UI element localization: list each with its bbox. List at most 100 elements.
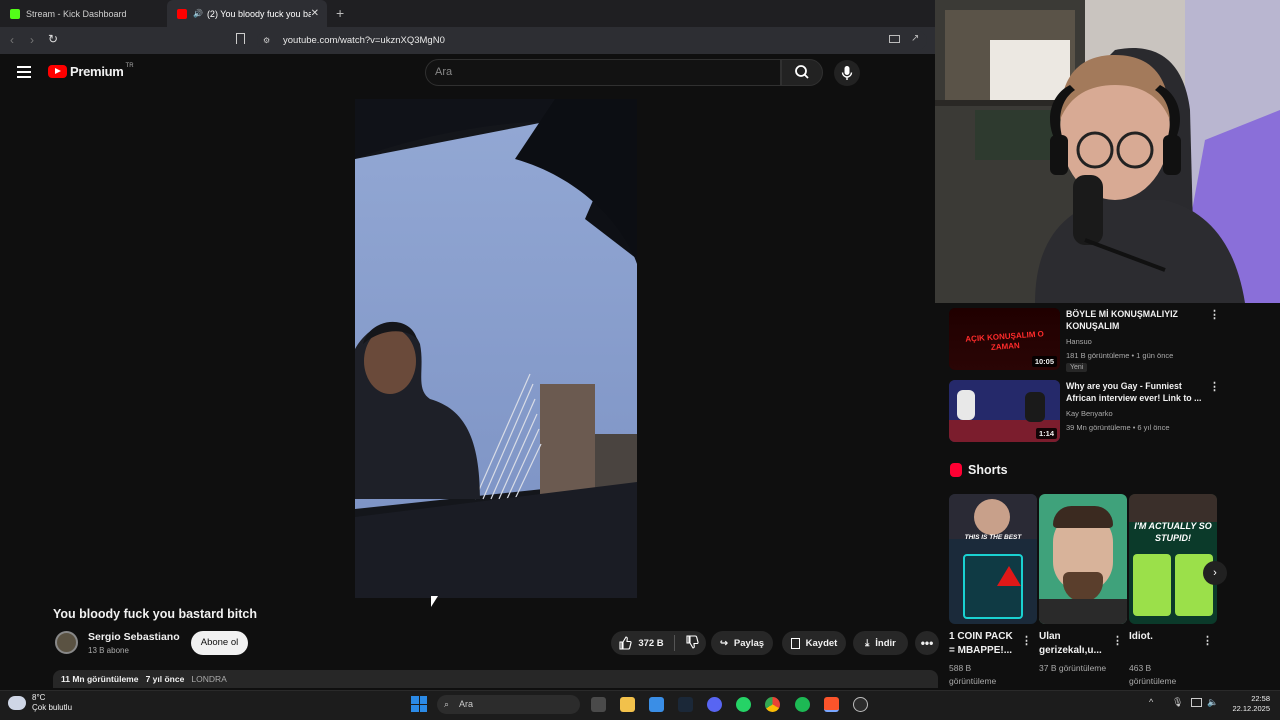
like-dislike-group: 372 B	[611, 631, 706, 655]
network-icon[interactable]	[1191, 698, 1202, 707]
upload-age: 7 yıl önce	[145, 674, 185, 684]
back-icon[interactable]: ‹	[10, 33, 14, 47]
task-view-icon[interactable]	[591, 697, 606, 712]
duration-badge: 1:14	[1035, 428, 1057, 439]
cast-icon[interactable]	[889, 35, 900, 43]
logo-text: Premium	[70, 64, 124, 79]
rec-menu-icon[interactable]: ⋮	[1209, 308, 1220, 321]
download-icon: ⤓	[865, 637, 870, 649]
short-title[interactable]: Idiot.	[1129, 630, 1201, 644]
bookmark-icon[interactable]	[236, 33, 245, 44]
short-title[interactable]: Ulan gerizekalı,u...	[1039, 630, 1111, 658]
mic-tray-icon[interactable]: 🎙	[1172, 697, 1183, 708]
windows-taskbar	[0, 690, 1280, 720]
spotify-icon[interactable]	[795, 697, 810, 712]
youtube-premium-logo[interactable]: Premium TR	[48, 62, 134, 79]
app-icon[interactable]	[853, 697, 868, 712]
download-label: İndir	[875, 637, 896, 649]
channel-avatar[interactable]	[55, 631, 78, 654]
rec-thumbnail[interactable]: 1:14	[949, 380, 1060, 442]
short-menu-icon[interactable]: ⋮	[1112, 634, 1123, 647]
taskbar-search-label: Ara	[459, 699, 474, 709]
tab-youtube[interactable]: 🔊 (2) You bloody fuck you basta ✕	[167, 0, 327, 27]
short-menu-icon[interactable]: ⋮	[1202, 634, 1213, 647]
like-count: 372 B	[638, 637, 664, 649]
volume-icon[interactable]: 🔈	[1207, 697, 1218, 708]
kick-icon	[10, 8, 20, 19]
reload-icon[interactable]: ↻	[48, 32, 58, 46]
more-actions-button[interactable]: •••	[915, 631, 939, 655]
save-label: Kaydet	[805, 637, 838, 649]
like-button[interactable]: 372 B	[618, 636, 664, 650]
mic-icon	[841, 66, 853, 80]
voice-search-button[interactable]	[834, 60, 860, 86]
dislike-button[interactable]	[685, 634, 699, 652]
discord-icon[interactable]	[707, 697, 722, 712]
shorts-title: Shorts	[968, 463, 1008, 477]
tab-label: (2) You bloody fuck you basta	[206, 8, 311, 19]
short-thumbnail[interactable]: THIS IS THE BEST	[949, 494, 1037, 624]
video-title: You bloody fuck you bastard bitch	[53, 607, 257, 621]
region-code: TR	[125, 62, 134, 69]
youtube-play-icon	[48, 65, 67, 78]
weather-condition: Çok bulutlu	[32, 703, 73, 712]
shorts-next-button[interactable]: ›	[1203, 561, 1227, 585]
thumb-text: THIS IS THE BEST	[964, 534, 1022, 541]
url-field[interactable]: youtube.com/watch?v=ukznXQ3MgN0	[257, 31, 927, 50]
cloud-icon	[8, 696, 26, 710]
file-explorer-icon[interactable]	[620, 697, 635, 712]
location-tag[interactable]: LONDRA	[191, 674, 226, 684]
rec-meta: 181 B görüntüleme • 1 gün önce	[1066, 351, 1174, 360]
new-tab-button[interactable]: +	[336, 5, 344, 21]
rec-channel[interactable]: Hansuo	[1066, 335, 1092, 348]
temperature: 8°C	[32, 693, 46, 702]
share-label: Paylaş	[733, 637, 765, 649]
short-views: 463 B görüntüleme	[1129, 663, 1177, 686]
save-button[interactable]: Kaydet	[782, 631, 846, 655]
subscribe-button[interactable]: Abone ol	[191, 631, 248, 655]
webcam-overlay	[935, 0, 1280, 303]
steam-icon[interactable]	[678, 697, 693, 712]
chrome-icon[interactable]	[765, 697, 780, 712]
rec-thumbnail[interactable]: AÇIK KONUŞALIM O ZAMAN 10:05	[949, 308, 1060, 370]
whatsapp-icon[interactable]	[736, 697, 751, 712]
channel-name[interactable]: Sergio Sebastiano	[88, 631, 180, 643]
rec-title[interactable]: Why are you Gay - Funniest African inter…	[1066, 380, 1206, 404]
system-clock[interactable]: 22:58 22.12.2025	[1224, 694, 1270, 714]
short-menu-icon[interactable]: ⋮	[1021, 634, 1032, 647]
chevron-up-icon[interactable]: ^	[1149, 697, 1153, 707]
divider	[673, 635, 675, 651]
rec-meta: 39 Mn görüntüleme • 6 yıl önce	[1066, 423, 1170, 432]
youtube-icon	[177, 8, 187, 19]
forward-icon[interactable]: ›	[30, 33, 34, 47]
short-title[interactable]: 1 COIN PACK = MBAPPE!...	[949, 630, 1021, 658]
speaker-icon: 🔊	[192, 9, 203, 18]
short-thumbnail[interactable]	[1039, 494, 1127, 624]
share-button[interactable]: ↪ Paylaş	[711, 631, 773, 655]
share-icon: ↪	[719, 637, 728, 649]
tab-kick-dashboard[interactable]: Stream - Kick Dashboard	[0, 0, 165, 27]
search-input[interactable]: Ara	[425, 59, 781, 86]
weather-widget[interactable]: 8°C Çok bulutlu	[8, 693, 72, 713]
search-button[interactable]	[781, 59, 823, 86]
rec-title[interactable]: BÖYLE Mİ KONUŞMALIYIZ KONUŞALIM	[1066, 308, 1206, 332]
share-page-icon[interactable]: ↗	[911, 33, 919, 44]
store-icon[interactable]	[649, 697, 664, 712]
video-player[interactable]	[355, 99, 637, 598]
more-icon: •••	[920, 636, 934, 650]
taskbar-search[interactable]: ⌕ Ara	[437, 695, 580, 714]
start-icon[interactable]	[411, 696, 427, 712]
brave-icon[interactable]	[824, 697, 839, 712]
rec-channel[interactable]: Kay Benyarko	[1066, 407, 1113, 420]
rec-menu-icon[interactable]: ⋮	[1209, 380, 1220, 393]
short-views: 588 B görüntüleme	[949, 663, 997, 686]
short-thumbnail[interactable]: I'M ACTUALLY SO STUPID!	[1129, 494, 1217, 624]
close-tab-icon[interactable]: ✕	[311, 8, 319, 19]
thumbs-down-icon	[686, 634, 699, 649]
thumb-text: I'M ACTUALLY SO STUPID!	[1134, 521, 1212, 543]
download-button[interactable]: ⤓ İndir	[853, 631, 908, 655]
description-box[interactable]: 11 Mn görüntüleme 7 yıl önce LONDRA	[53, 670, 938, 688]
site-info-icon[interactable]: ⚙	[263, 36, 270, 45]
bookmark-save-icon	[790, 637, 800, 649]
menu-icon[interactable]	[17, 66, 31, 81]
